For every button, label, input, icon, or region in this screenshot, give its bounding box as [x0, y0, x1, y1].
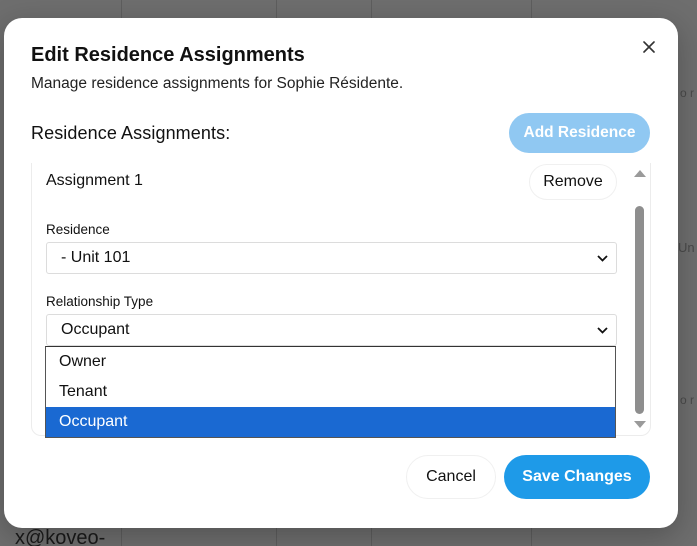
relationship-type-options: Owner Tenant Occupant [45, 346, 616, 438]
option-owner[interactable]: Owner [46, 347, 615, 377]
assignment-title: Assignment 1 [46, 172, 143, 189]
relationship-type-select[interactable]: Occupant [46, 314, 617, 346]
relationship-select-value: Occupant [61, 321, 130, 338]
dialog-description: Manage residence assignments for Sophie … [31, 75, 404, 92]
close-button[interactable] [638, 36, 660, 58]
bg-email-text: x@koveo- [15, 527, 106, 546]
close-icon [643, 41, 655, 53]
option-tenant[interactable]: Tenant [46, 377, 615, 407]
scroll-down-arrow-icon[interactable] [633, 420, 647, 430]
residence-select[interactable]: - Unit 101 [46, 242, 617, 274]
residence-label: Residence [46, 222, 110, 237]
scrollbar-thumb[interactable] [635, 206, 644, 414]
scroll-up-arrow-icon[interactable] [633, 168, 647, 178]
section-title: Residence Assignments: [31, 123, 231, 143]
relationship-type-label: Relationship Type [46, 294, 154, 309]
cancel-button[interactable]: Cancel [406, 455, 496, 499]
remove-assignment-button[interactable]: Remove [529, 164, 617, 200]
bg-text-fragment: o r [680, 393, 695, 407]
scrollbar[interactable] [632, 168, 648, 436]
add-residence-button[interactable]: Add Residence [509, 113, 650, 153]
residence-select-value: - Unit 101 [61, 249, 131, 266]
bg-text-fragment: Un [678, 240, 695, 255]
chevron-down-icon [597, 326, 608, 334]
chevron-down-icon [597, 254, 608, 262]
option-occupant[interactable]: Occupant [46, 407, 615, 437]
bg-text-fragment: o r [680, 86, 695, 100]
dialog-title: Edit Residence Assignments [31, 44, 305, 66]
save-changes-button[interactable]: Save Changes [504, 455, 650, 499]
